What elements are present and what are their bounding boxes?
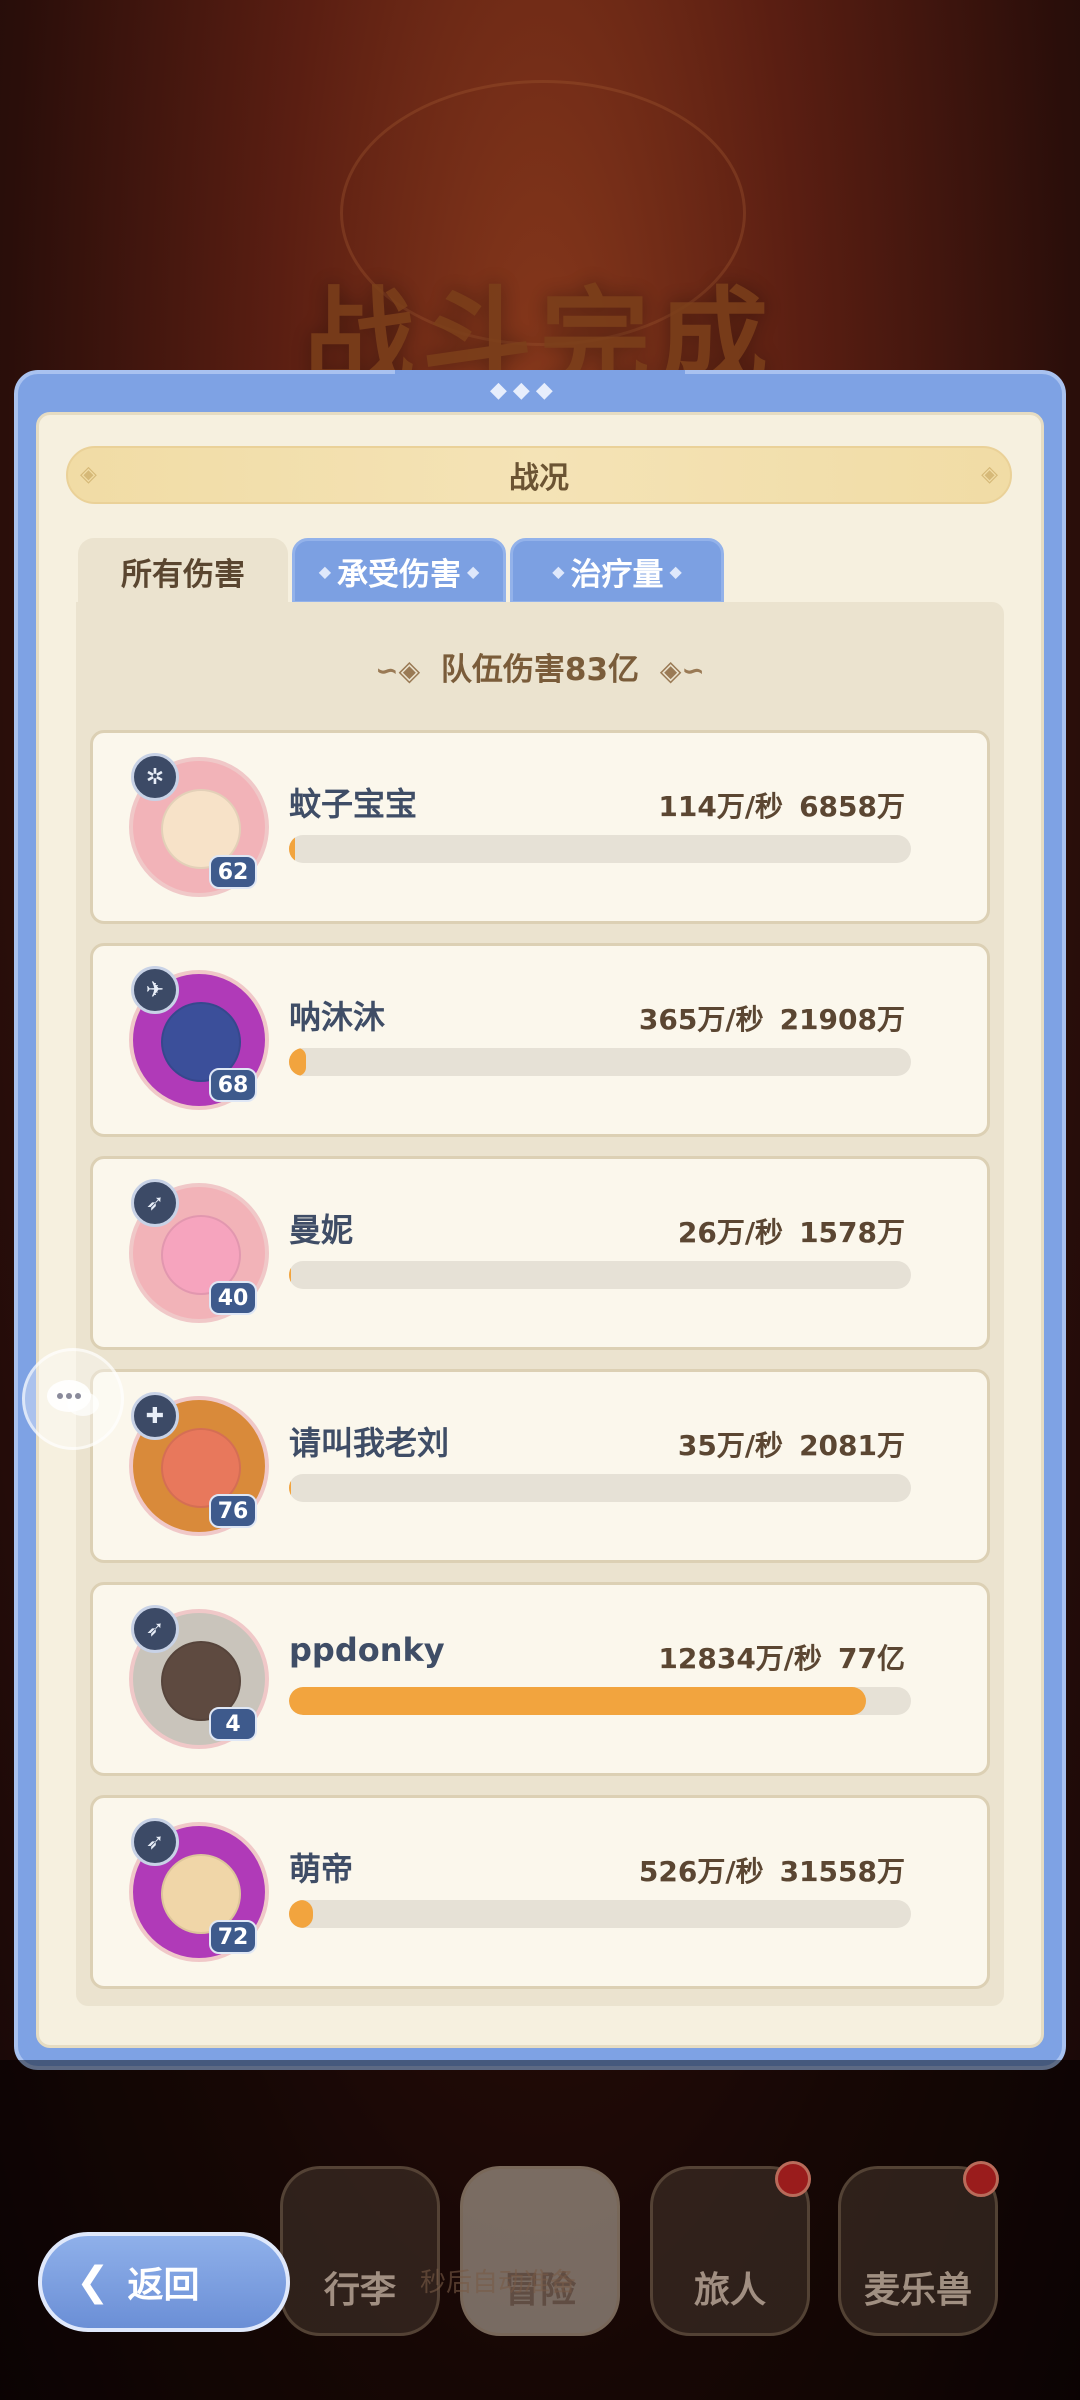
- star-class-icon: ✲: [131, 753, 179, 801]
- notification-dot: [963, 2161, 999, 2197]
- player-row[interactable]: ✚ 76 请叫我老刘 35万/秒 2081万: [90, 1369, 990, 1563]
- panel-title-bar: ◈ 战况 ◈: [66, 446, 1012, 504]
- wing-class-icon: ✈: [131, 966, 179, 1014]
- diamond-left-icon: ◈: [80, 462, 97, 487]
- damage-stats: 26万/秒 1578万: [678, 1211, 905, 1251]
- player-row[interactable]: ➶ 72 萌帝 526万/秒 31558万: [90, 1795, 990, 1989]
- player-row[interactable]: ➶ 40 曼妮 26万/秒 1578万: [90, 1156, 990, 1350]
- tab-label: 承受伤害: [337, 556, 461, 593]
- team-damage-header: ∽◈ 队伍伤害83亿 ◈∽: [76, 644, 1004, 689]
- notification-dot: [775, 2161, 811, 2197]
- tab-label: 治疗量: [570, 556, 664, 593]
- total-damage-value: 6858万: [799, 790, 905, 823]
- total-damage-value: 1578万: [799, 1216, 905, 1249]
- total-damage-value: 31558万: [779, 1855, 905, 1888]
- total-damage-value: 2081万: [799, 1429, 905, 1462]
- damage-stats: 12834万/秒 77亿: [658, 1637, 905, 1677]
- nav-label: 麦乐兽: [863, 2270, 972, 2311]
- damage-share-fill: [289, 1048, 306, 1076]
- player-row[interactable]: ✲ 62 蚊子宝宝 114万/秒 6858万: [90, 730, 990, 924]
- damage-share-fill: [289, 835, 295, 863]
- tab-all-damage[interactable]: 所有伤害: [78, 538, 288, 604]
- bow-class-icon: ➶: [131, 1818, 179, 1866]
- dot-icon: ◆: [318, 561, 331, 581]
- auto-ready-hint: 秒后自动准备: [420, 2268, 577, 2298]
- nav-travelers[interactable]: 旅人: [650, 2161, 811, 2336]
- level-badge: 40: [209, 1281, 257, 1315]
- nav-pets[interactable]: 麦乐兽: [838, 2161, 999, 2336]
- dot-icon: ◆: [669, 561, 682, 581]
- dot-icon: ◆: [552, 561, 565, 581]
- back-label: 返回: [127, 2265, 200, 2306]
- nav-luggage[interactable]: 行李: [280, 2166, 440, 2336]
- tab-healing[interactable]: ◆ 治疗量 ◆: [510, 538, 724, 604]
- level-badge: 76: [209, 1494, 257, 1528]
- level-badge: 68: [209, 1068, 257, 1102]
- back-arrow-icon: ❮: [76, 2259, 110, 2305]
- player-row[interactable]: ✈ 68 呐沐沐 365万/秒 21908万: [90, 943, 990, 1137]
- nav-adventure[interactable]: 冒险: [460, 2166, 620, 2336]
- bow-class-icon: ➶: [131, 1179, 179, 1227]
- chat-bubble-icon: [47, 1380, 99, 1416]
- dot-icon: ◆: [467, 561, 480, 581]
- chat-button[interactable]: [22, 1348, 124, 1450]
- player-name: 请叫我老刘: [289, 1424, 450, 1462]
- player-name: 呐沐沐: [289, 998, 386, 1036]
- damage-stats: 526万/秒 31558万: [639, 1850, 905, 1890]
- level-badge: 62: [209, 855, 257, 889]
- total-damage-value: 77亿: [838, 1642, 905, 1675]
- diamond-right-icon: ◈: [981, 462, 998, 487]
- ornament-right-icon: ◈∽: [659, 654, 705, 687]
- cross-class-icon: ✚: [131, 1392, 179, 1440]
- damage-stats: 365万/秒 21908万: [639, 998, 905, 1038]
- total-damage-value: 21908万: [779, 1003, 905, 1036]
- damage-stats: 35万/秒 2081万: [678, 1424, 905, 1464]
- tab-label: 所有伤害: [121, 556, 245, 593]
- damage-share-fill: [289, 1261, 292, 1289]
- panel-title: 战况: [509, 461, 569, 496]
- bow-class-icon: ➶: [131, 1605, 179, 1653]
- damage-share-bar: [289, 1048, 911, 1076]
- player-name: 萌帝: [289, 1850, 354, 1888]
- level-badge: 72: [209, 1920, 257, 1954]
- dps-value: 12834万/秒: [658, 1642, 823, 1675]
- damage-share-bar: [289, 835, 911, 863]
- player-name: 蚊子宝宝: [289, 785, 418, 823]
- damage-share-bar: [289, 1474, 911, 1502]
- dps-value: 114万/秒: [658, 790, 784, 823]
- player-row[interactable]: ➶ 4 ppdonky 12834万/秒 77亿: [90, 1582, 990, 1776]
- damage-stats: 114万/秒 6858万: [658, 785, 905, 825]
- diamond-ornament-icon: ◆◆◆: [490, 378, 559, 403]
- ornament-left-icon: ∽◈: [375, 654, 421, 687]
- dps-value: 35万/秒: [677, 1429, 784, 1462]
- damage-share-fill: [289, 1687, 867, 1715]
- damage-share-fill: [289, 1474, 292, 1502]
- nav-label: 旅人: [693, 2270, 766, 2311]
- damage-share-fill: [289, 1900, 313, 1928]
- damage-share-bar: [289, 1261, 911, 1289]
- dps-value: 526万/秒: [638, 1855, 764, 1888]
- tab-damage-taken[interactable]: ◆ 承受伤害 ◆: [292, 538, 506, 604]
- level-badge: 4: [209, 1707, 257, 1741]
- damage-share-bar: [289, 1687, 911, 1715]
- dps-value: 26万/秒: [677, 1216, 784, 1249]
- nav-label: 行李: [323, 2270, 396, 2311]
- player-name: ppdonky: [289, 1631, 445, 1669]
- player-name: 曼妮: [289, 1211, 354, 1249]
- damage-share-bar: [289, 1900, 911, 1928]
- back-button[interactable]: ❮ 返回: [38, 2232, 290, 2332]
- dps-value: 365万/秒: [638, 1003, 764, 1036]
- team-damage-text: 队伍伤害83亿: [440, 652, 640, 688]
